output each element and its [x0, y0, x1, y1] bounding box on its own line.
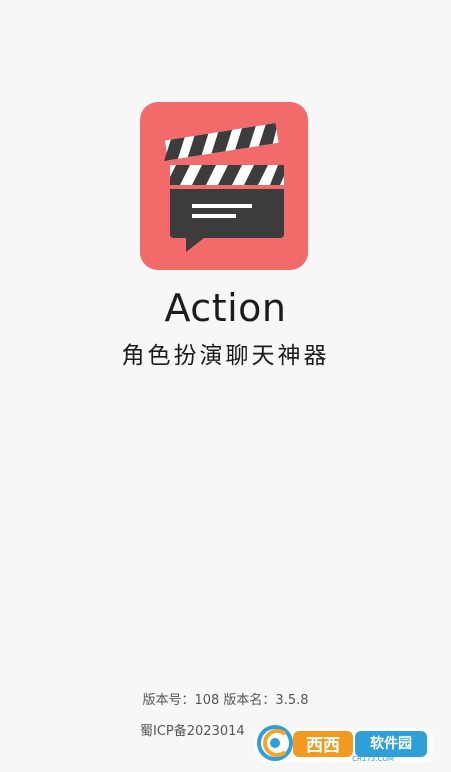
svg-text:软件园: 软件园 [370, 735, 412, 752]
app-title: Action [164, 286, 287, 330]
watermark-logo: 西西 软件园 CR173.COM [255, 722, 433, 764]
icp-record: 蜀ICP备2023014 [140, 724, 245, 739]
clapperboard-chat-icon [140, 102, 308, 270]
svg-text:西西: 西西 [306, 736, 340, 756]
cr173-logo: 西西 软件园 CR173.COM [255, 725, 433, 763]
app-subtitle: 角色扮演聊天神器 [121, 343, 330, 369]
version-info: 版本号：108 版本名：3.5.8 [142, 693, 309, 708]
splash-screen: Action 角色扮演聊天神器 版本号：108 版本名：3.5.8 蜀ICP备2… [0, 0, 451, 772]
app-logo-icon [140, 102, 308, 270]
svg-text:CR173.COM: CR173.COM [352, 755, 394, 763]
